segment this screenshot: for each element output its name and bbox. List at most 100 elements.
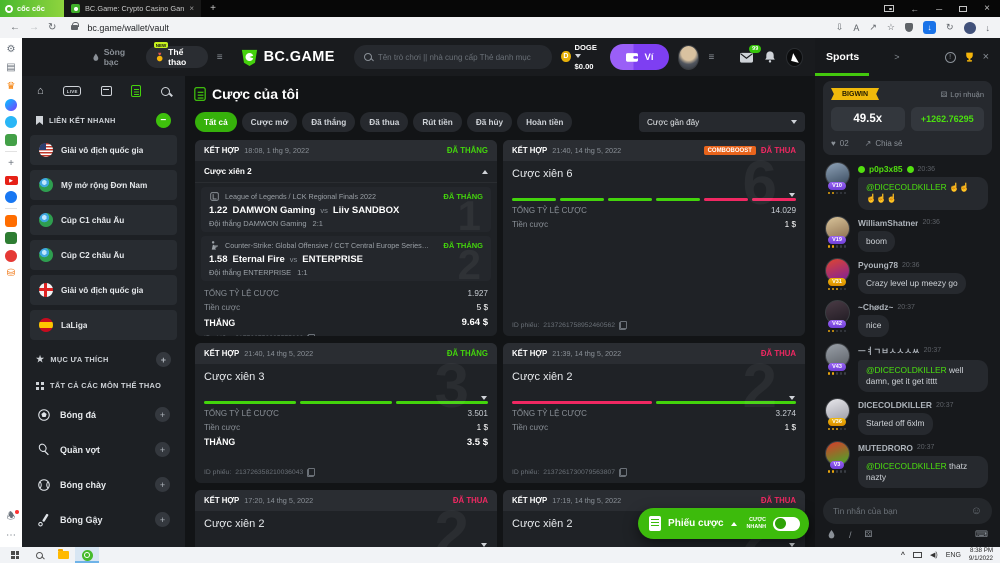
- expand-caret-icon[interactable]: [789, 396, 795, 400]
- my-bets-icon[interactable]: [131, 85, 141, 97]
- filter-tab[interactable]: Đã hủy: [467, 112, 512, 132]
- account-menu-icon[interactable]: ≡: [708, 52, 714, 63]
- quick-link-item[interactable]: Cúp C2 châu Âu: [30, 240, 177, 270]
- bet-card[interactable]: KẾT HỢP17:20, 14 thg 5, 2022ĐÃ THUA2Cược…: [195, 490, 497, 547]
- file-explorer-icon[interactable]: [51, 547, 75, 563]
- shield-icon[interactable]: [905, 23, 913, 32]
- casino-switch[interactable]: Sòng bạc: [92, 47, 137, 67]
- coc-coc-taskbar-icon[interactable]: [75, 547, 99, 563]
- keyboard-icon[interactable]: ⌨: [975, 529, 988, 540]
- chat-tab-sports[interactable]: Sports: [826, 51, 859, 63]
- chat-close-icon[interactable]: ×: [983, 51, 989, 63]
- dice-roll-icon[interactable]: ⚄: [865, 529, 873, 540]
- taskbar-search-icon[interactable]: [27, 547, 51, 563]
- bird-icon[interactable]: [5, 116, 17, 128]
- downloads-tray-icon[interactable]: ↓: [986, 23, 991, 33]
- emoji-icon[interactable]: ☺: [971, 505, 982, 517]
- lottery-icon[interactable]: [5, 232, 17, 244]
- expand-sport-button[interactable]: +: [155, 477, 170, 492]
- facebook-icon[interactable]: [5, 191, 17, 203]
- quick-bet-toggle[interactable]: [773, 517, 800, 531]
- username[interactable]: p0p3x85: [869, 164, 903, 174]
- copy-icon[interactable]: [307, 468, 315, 477]
- sidebar-search-icon[interactable]: [161, 87, 170, 96]
- start-button[interactable]: [3, 547, 27, 563]
- rain-icon[interactable]: [827, 529, 836, 540]
- filter-tab[interactable]: Tất cả: [195, 112, 237, 132]
- tab-close-icon[interactable]: ×: [189, 4, 194, 13]
- filter-tab[interactable]: Hoàn tiền: [517, 112, 572, 132]
- message-bubble[interactable]: Started off 6xlm: [858, 413, 933, 434]
- mention-text[interactable]: @DICECOLDKILLER: [866, 365, 947, 375]
- bet-card[interactable]: KẾT HỢP21:39, 14 thg 5, 2022ĐÃ THUA2Cược…: [503, 343, 805, 483]
- live-icon[interactable]: LIVE: [63, 86, 81, 96]
- message-bubble[interactable]: Crazy level up meezy go: [858, 273, 966, 294]
- mention-text[interactable]: @DICECOLDKILLER: [866, 182, 947, 192]
- home-icon[interactable]: ⌂: [37, 85, 44, 97]
- save-page-icon[interactable]: ⇩: [836, 22, 844, 33]
- panel-toggle-icon[interactable]: ←: [911, 4, 920, 14]
- browser-profile-icon[interactable]: [964, 22, 976, 34]
- filter-tab[interactable]: Đã thắng: [302, 112, 355, 132]
- new-tab-button[interactable]: +: [210, 3, 216, 14]
- reload-button[interactable]: ↻: [48, 22, 56, 33]
- collapse-caret-icon[interactable]: [482, 170, 488, 174]
- nav-menu-icon[interactable]: ≡: [217, 52, 223, 63]
- expand-caret-icon[interactable]: [789, 193, 795, 197]
- bet-card[interactable]: KẾT HỢP18:08, 1 thg 9, 2022ĐÃ THẮNGCược …: [195, 140, 497, 336]
- message-bubble[interactable]: @DICECOLDKILLER thatz nazty: [858, 456, 988, 489]
- collapse-section-button[interactable]: −: [156, 113, 171, 128]
- browser-tab[interactable]: BC.Game: Crypto Casino Gan ×: [64, 0, 201, 17]
- copy-icon[interactable]: [619, 468, 627, 477]
- filter-tab[interactable]: Đã thua: [360, 112, 408, 132]
- chat-input-box[interactable]: ☺: [823, 498, 992, 524]
- wallet-button[interactable]: Ví: [610, 44, 669, 70]
- volume-icon[interactable]: ◀): [930, 551, 938, 559]
- user-avatar[interactable]: [678, 45, 700, 70]
- username[interactable]: ~Chødz~: [858, 302, 893, 312]
- quick-link-item[interactable]: LaLiga: [30, 310, 177, 340]
- quick-link-item[interactable]: Cúp C1 châu Âu: [30, 205, 177, 235]
- messages-mail[interactable]: 99: [739, 51, 754, 64]
- add-icon[interactable]: +: [5, 158, 18, 171]
- trophy-icon[interactable]: [963, 51, 976, 64]
- screen-share-icon[interactable]: [884, 5, 894, 12]
- game-search[interactable]: [354, 45, 552, 69]
- username[interactable]: ㅡㅕㄱㅂㅅㅅㅅㅆ: [858, 345, 920, 357]
- bigwin-card[interactable]: BIGWIN ⚄Lợi nhuận 49.5x +1262.76295 ♥02 …: [823, 81, 992, 155]
- network-icon[interactable]: [913, 552, 922, 558]
- share-icon[interactable]: ↗: [869, 22, 877, 33]
- extensions-icon[interactable]: ↻: [946, 22, 954, 33]
- sidebar-sport-item[interactable]: Bóng Gậy+: [30, 502, 177, 537]
- settings-gear-icon[interactable]: ⚙: [5, 43, 18, 56]
- minimize-button[interactable]: ─: [936, 4, 942, 14]
- coc-coc-brand[interactable]: cốc cốc: [0, 0, 64, 17]
- tray-chevron-icon[interactable]: ^: [901, 552, 905, 559]
- url-text[interactable]: bc.game/wallet/vault: [87, 23, 169, 33]
- shop-icon[interactable]: [5, 215, 17, 227]
- expand-caret-icon[interactable]: [789, 543, 795, 547]
- cart-icon[interactable]: ⛁: [5, 267, 18, 280]
- commands-icon[interactable]: /: [849, 530, 852, 540]
- betslip-float-button[interactable]: Phiếu cược CƯỢCNHANH: [638, 508, 809, 539]
- calendar-icon[interactable]: [101, 86, 112, 96]
- expand-sport-button[interactable]: +: [155, 407, 170, 422]
- maximize-button[interactable]: [959, 6, 967, 12]
- bonus-spin-icon[interactable]: [786, 48, 803, 67]
- message-bubble[interactable]: @DICECOLDKILLER ☝☝☝☝☝: [858, 177, 988, 210]
- username[interactable]: WilliamShatner: [858, 218, 918, 228]
- message-bubble[interactable]: @DICECOLDKILLER well damn, get it get it…: [858, 360, 988, 393]
- sidebar-sport-item[interactable]: Bóng chày+: [30, 467, 177, 502]
- add-favorite-button[interactable]: +: [156, 352, 171, 367]
- sidebar-sport-item[interactable]: Quần vợt+: [30, 432, 177, 467]
- sidebar-sport-item[interactable]: Bóng đá+: [30, 397, 177, 432]
- sort-dropdown[interactable]: Cược gần đây: [639, 112, 805, 132]
- chat-input[interactable]: [833, 506, 965, 516]
- username[interactable]: DICECOLDKILLER: [858, 400, 932, 410]
- forward-button[interactable]: →: [29, 22, 39, 33]
- expand-caret-icon[interactable]: [481, 543, 487, 547]
- chat-expand-chevron[interactable]: >: [894, 52, 899, 62]
- quick-link-item[interactable]: Giải vô địch quốc gia: [30, 275, 177, 305]
- copy-icon[interactable]: [307, 334, 315, 336]
- bet-name-row[interactable]: Cược xiên 2: [195, 161, 497, 183]
